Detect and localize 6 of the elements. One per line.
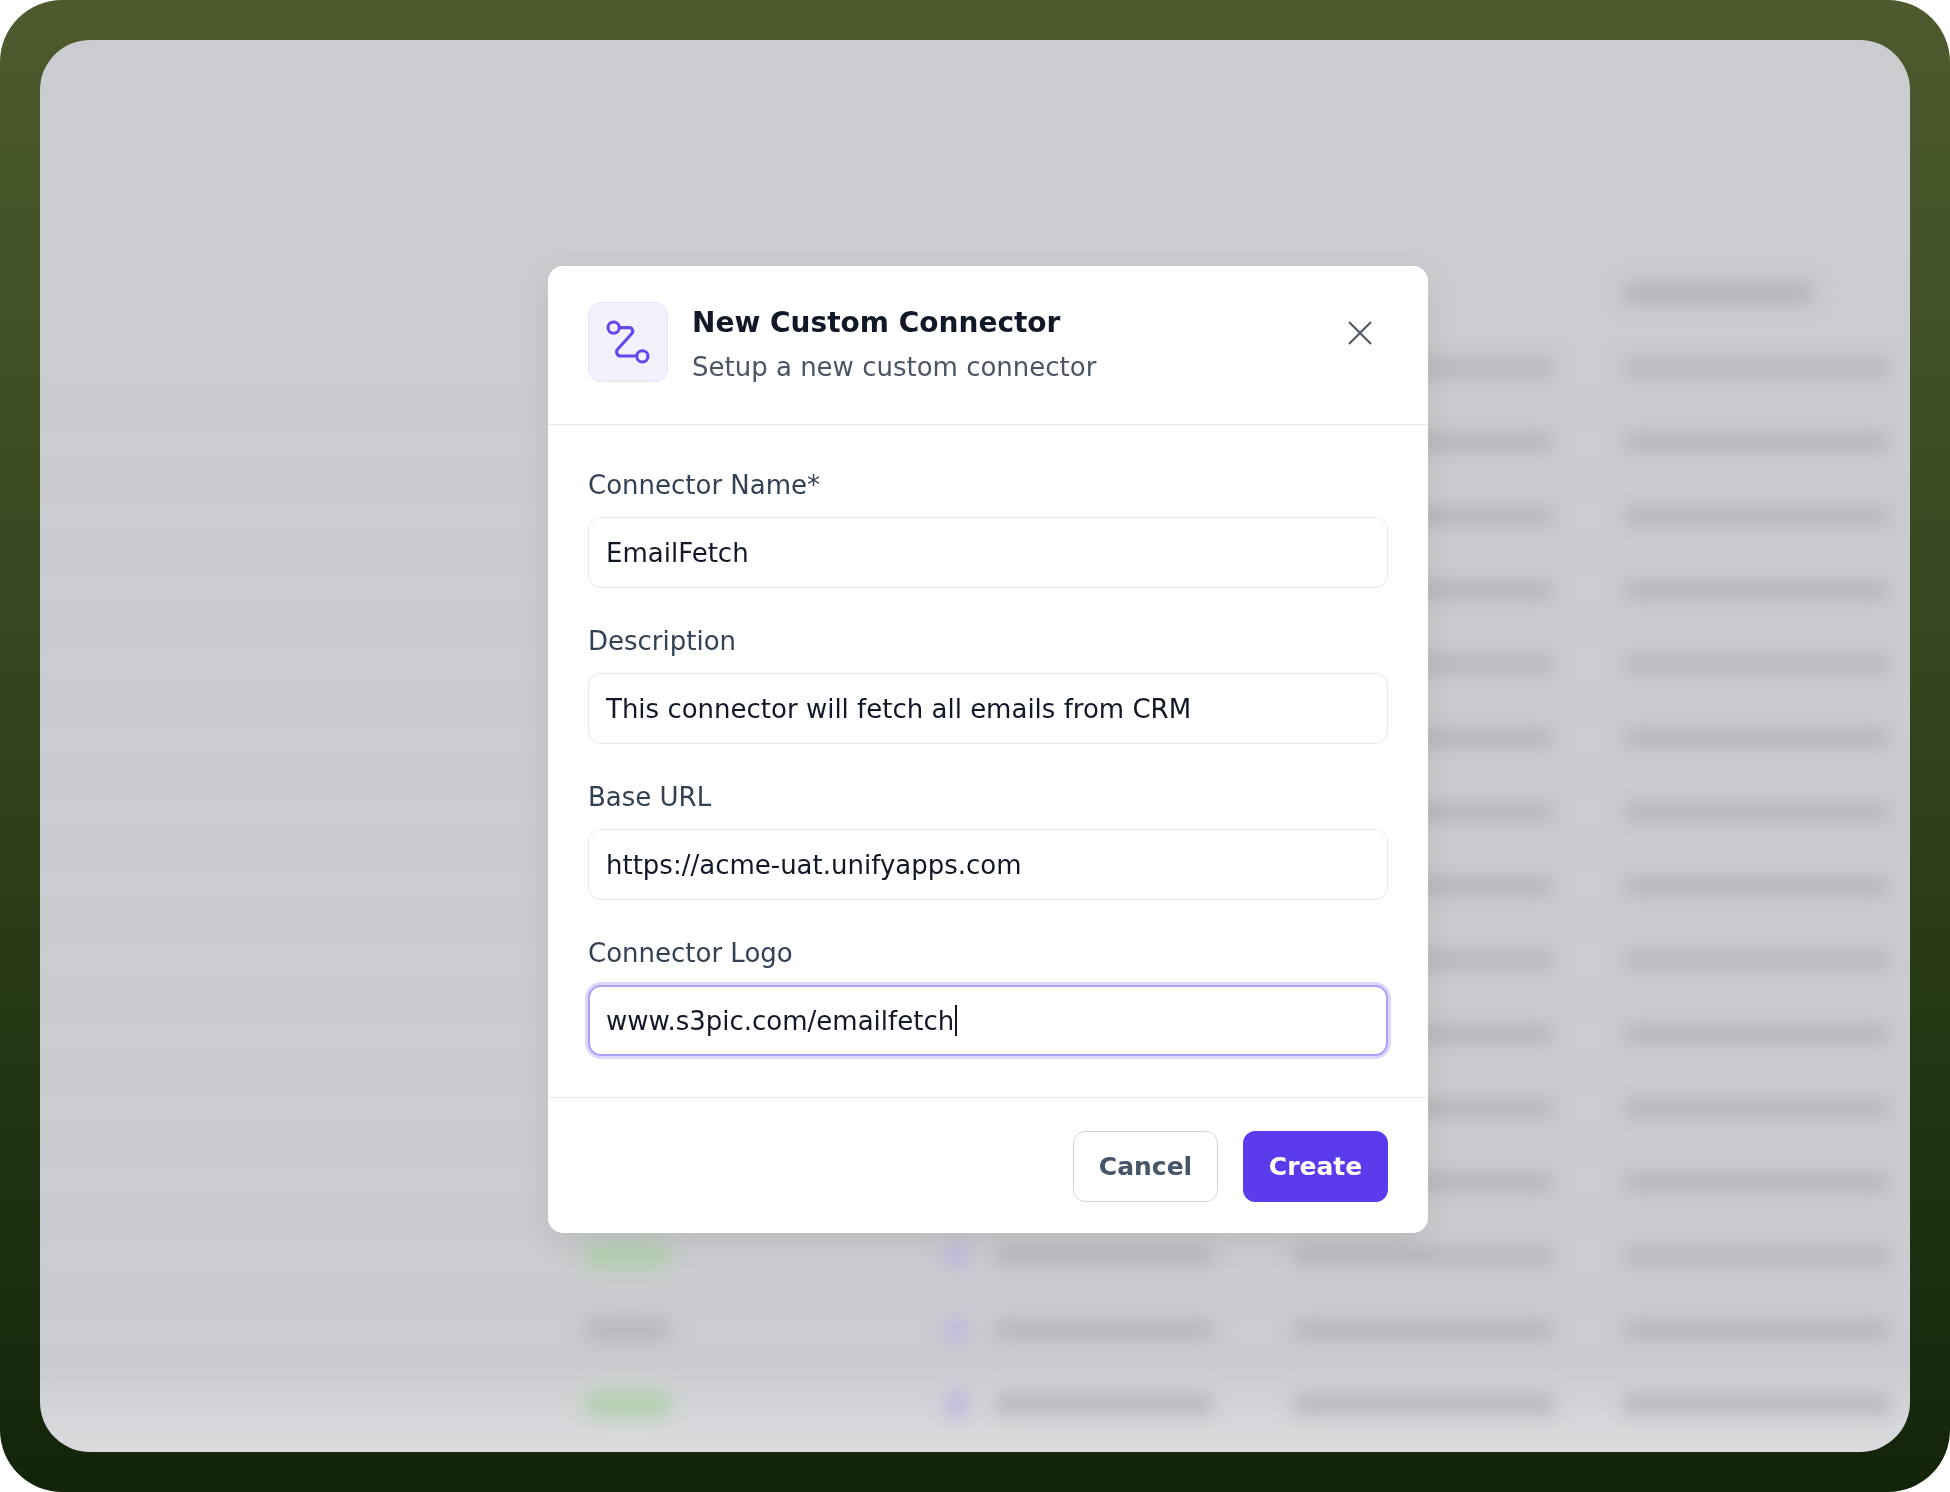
- dialog-title: New Custom Connector: [692, 305, 1061, 341]
- field-label: Connector Logo: [588, 937, 793, 970]
- field-label: Connector Name*: [588, 469, 821, 502]
- field-label: Base URL: [588, 781, 712, 814]
- field-label: Description: [588, 625, 737, 658]
- dialog-subtitle: Setup a new custom connector: [692, 351, 1097, 384]
